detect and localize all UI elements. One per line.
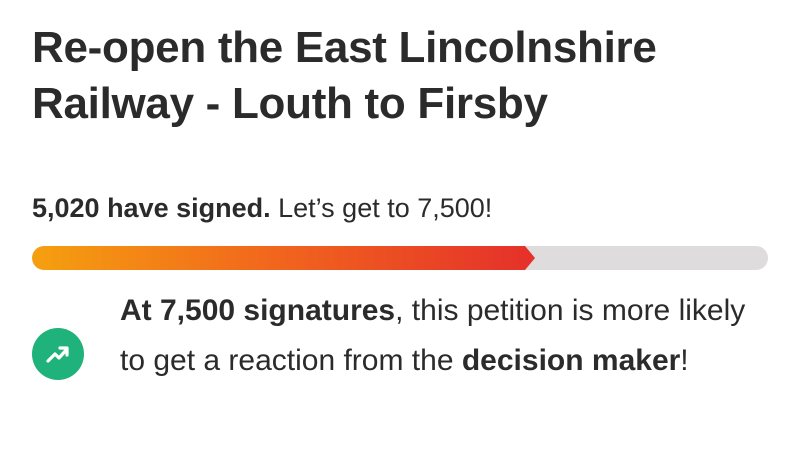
milestone-decision-maker: decision maker	[461, 344, 681, 377]
milestone-message: At 7,500 signatures, this petition is mo…	[120, 286, 760, 386]
signature-progress-fill	[32, 246, 525, 270]
petition-title: Re-open the East Lincolnshire Railway - …	[32, 23, 657, 128]
milestone-end: !	[680, 344, 689, 377]
petition-progress-panel: Re-open the East Lincolnshire Railway - …	[0, 0, 800, 450]
milestone-target: At 7,500 signatures	[120, 294, 396, 327]
signature-progress-bar	[32, 246, 768, 270]
signature-count-line: 5,020 have signed. Let’s get to 7,500!	[32, 192, 492, 224]
signature-goal-text: Let’s get to 7,500!	[270, 193, 493, 223]
signature-progress-tip	[524, 246, 535, 270]
trending-up-icon-glyph	[46, 346, 69, 363]
trending-up-icon	[32, 328, 84, 380]
signature-count: 5,020 have signed.	[32, 193, 271, 223]
